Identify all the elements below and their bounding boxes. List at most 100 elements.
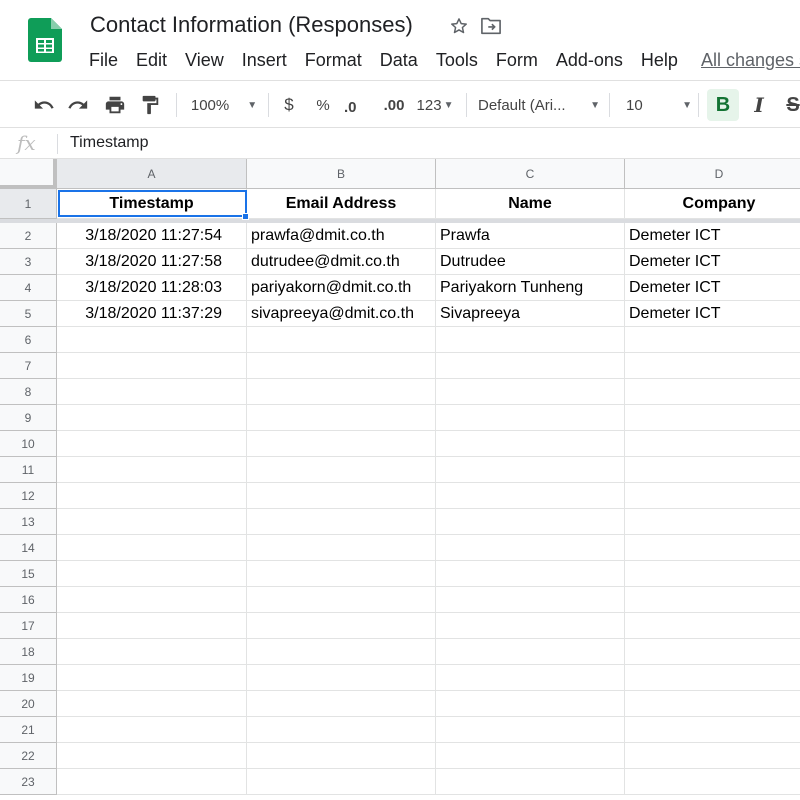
empty-cell[interactable]	[625, 379, 800, 405]
empty-cell[interactable]	[625, 639, 800, 665]
empty-cell[interactable]	[57, 691, 247, 717]
column-header-c[interactable]: C	[436, 159, 625, 189]
empty-cell[interactable]	[247, 561, 436, 587]
menu-edit[interactable]: Edit	[127, 48, 176, 72]
empty-cell[interactable]	[436, 639, 625, 665]
empty-cell[interactable]	[436, 405, 625, 431]
empty-cell[interactable]	[57, 769, 247, 795]
empty-cell[interactable]	[57, 561, 247, 587]
empty-cell[interactable]	[625, 691, 800, 717]
row-header[interactable]: 11	[0, 457, 57, 483]
row-header[interactable]: 21	[0, 717, 57, 743]
empty-cell[interactable]	[436, 457, 625, 483]
row-header[interactable]: 8	[0, 379, 57, 405]
empty-cell[interactable]	[625, 483, 800, 509]
table-cell[interactable]: Dutrudee	[436, 249, 625, 275]
empty-cell[interactable]	[625, 353, 800, 379]
print-icon[interactable]	[101, 81, 129, 129]
table-cell[interactable]: Sivapreeya	[436, 301, 625, 327]
row-header[interactable]: 19	[0, 665, 57, 691]
save-status-link[interactable]: All changes s	[701, 48, 800, 72]
menu-help[interactable]: Help	[632, 48, 687, 72]
header-cell[interactable]: Name	[436, 189, 625, 219]
empty-cell[interactable]	[57, 743, 247, 769]
row-header[interactable]: 22	[0, 743, 57, 769]
sheets-logo-icon[interactable]	[28, 18, 62, 62]
menu-add-ons[interactable]: Add-ons	[547, 48, 632, 72]
empty-cell[interactable]	[436, 743, 625, 769]
paint-format-icon[interactable]	[136, 81, 164, 129]
menu-insert[interactable]: Insert	[233, 48, 296, 72]
empty-cell[interactable]	[247, 717, 436, 743]
empty-cell[interactable]	[625, 587, 800, 613]
empty-cell[interactable]	[57, 353, 247, 379]
row-header[interactable]: 16	[0, 587, 57, 613]
star-icon[interactable]	[447, 14, 471, 38]
strikethrough-button[interactable]: S	[782, 81, 800, 129]
empty-cell[interactable]	[247, 405, 436, 431]
empty-cell[interactable]	[57, 405, 247, 431]
empty-cell[interactable]	[57, 327, 247, 353]
row-header[interactable]: 2	[0, 223, 57, 249]
table-cell[interactable]: Demeter ICT	[625, 223, 800, 249]
row-header[interactable]: 17	[0, 613, 57, 639]
empty-cell[interactable]	[247, 639, 436, 665]
empty-cell[interactable]	[436, 431, 625, 457]
table-cell[interactable]: 3/18/2020 11:37:29	[57, 301, 247, 327]
empty-cell[interactable]	[247, 353, 436, 379]
menu-format[interactable]: Format	[296, 48, 371, 72]
decrease-decimal-button[interactable]: .0	[344, 81, 372, 129]
empty-cell[interactable]	[625, 561, 800, 587]
empty-cell[interactable]	[436, 535, 625, 561]
empty-cell[interactable]	[57, 431, 247, 457]
empty-cell[interactable]	[247, 691, 436, 717]
empty-cell[interactable]	[57, 457, 247, 483]
table-cell[interactable]: Demeter ICT	[625, 249, 800, 275]
row-header[interactable]: 4	[0, 275, 57, 301]
empty-cell[interactable]	[625, 717, 800, 743]
table-cell[interactable]: Pariyakorn Tunheng	[436, 275, 625, 301]
formula-input[interactable]: Timestamp	[70, 134, 149, 152]
menu-view[interactable]: View	[176, 48, 233, 72]
empty-cell[interactable]	[57, 483, 247, 509]
header-cell[interactable]: Timestamp	[57, 189, 247, 219]
empty-cell[interactable]	[625, 509, 800, 535]
table-cell[interactable]: 3/18/2020 11:28:03	[57, 275, 247, 301]
empty-cell[interactable]	[436, 691, 625, 717]
table-cell[interactable]: Prawfa	[436, 223, 625, 249]
empty-cell[interactable]	[436, 561, 625, 587]
percent-format-button[interactable]: %	[312, 81, 334, 129]
empty-cell[interactable]	[436, 717, 625, 743]
table-cell[interactable]: 3/18/2020 11:27:58	[57, 249, 247, 275]
empty-cell[interactable]	[625, 457, 800, 483]
empty-cell[interactable]	[57, 587, 247, 613]
row-header[interactable]: 6	[0, 327, 57, 353]
empty-cell[interactable]	[57, 639, 247, 665]
empty-cell[interactable]	[625, 743, 800, 769]
row-header[interactable]: 14	[0, 535, 57, 561]
empty-cell[interactable]	[625, 535, 800, 561]
move-to-folder-icon[interactable]	[479, 14, 503, 38]
redo-icon[interactable]	[64, 81, 92, 129]
italic-button[interactable]: I	[748, 81, 770, 129]
bold-button[interactable]: B	[707, 89, 739, 121]
spreadsheet-grid[interactable]: A B C D 1 Timestamp Email Address Name Company 2 3…	[0, 159, 800, 800]
row-header[interactable]: 5	[0, 301, 57, 327]
row-header[interactable]: 3	[0, 249, 57, 275]
empty-cell[interactable]	[57, 509, 247, 535]
empty-cell[interactable]	[625, 405, 800, 431]
column-header-a[interactable]: A	[57, 159, 247, 189]
empty-cell[interactable]	[436, 353, 625, 379]
empty-cell[interactable]	[436, 483, 625, 509]
row-header[interactable]: 1	[0, 189, 57, 219]
document-title[interactable]: Contact Information (Responses)	[90, 12, 413, 38]
empty-cell[interactable]	[436, 769, 625, 795]
row-header[interactable]: 12	[0, 483, 57, 509]
column-header-b[interactable]: B	[247, 159, 436, 189]
empty-cell[interactable]	[436, 327, 625, 353]
font-family-select[interactable]: Default (Ari... ▼	[478, 81, 600, 129]
empty-cell[interactable]	[625, 769, 800, 795]
row-header[interactable]: 23	[0, 769, 57, 795]
font-size-select[interactable]: 10 ▼	[620, 81, 692, 129]
table-cell[interactable]: prawfa@dmit.co.th	[247, 223, 436, 249]
